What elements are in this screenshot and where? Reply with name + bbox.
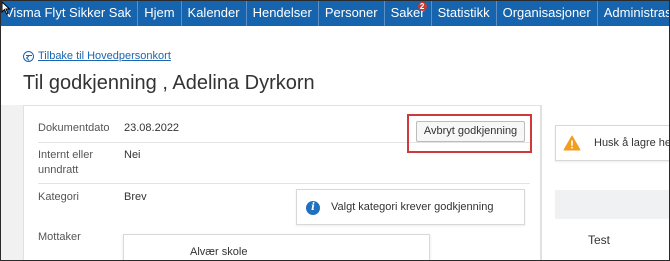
mouse-cursor-icon [1,1,11,15]
nav-item-hjem[interactable]: Hjem [138,0,182,26]
info-icon: i [306,201,320,215]
mottaker-label: Mottaker [38,231,81,243]
nav-item-personer[interactable]: Personer [319,0,385,26]
right-panel-header [555,190,670,219]
info-message-text: Valgt kategori krever godkjenning [331,201,494,213]
info-message: i Valgt kategori krever godkjenning [296,189,525,225]
dokumentdato-value: 23.08.2022 [124,122,180,134]
internt-value: Nei [124,149,141,161]
right-panel-test-label: Test [588,233,611,247]
nav-item-statistikk[interactable]: Statistikk [432,0,497,26]
nav-item-kalender[interactable]: Kalender [182,0,247,26]
nav-item-hendelser[interactable]: Hendelser [247,0,319,26]
cancel-approval-button[interactable]: Avbryt godkjenning [416,121,525,142]
top-navigation: Visma Flyt Sikker Sak Hjem Kalender Hend… [0,0,670,26]
arrow-left-circle-icon [23,50,34,62]
back-link[interactable]: Tilbake til Hovedpersonkort [23,50,171,62]
nav-item-administrasjon[interactable]: Administrasjon [598,0,670,26]
kategori-label: Kategori [38,191,79,203]
divider [38,183,530,184]
kategori-value: Brev [124,191,147,203]
dokumentdato-label: Dokumentdato [38,122,110,134]
notification-badge: 2 [417,2,427,11]
nav-item-saker[interactable]: Saker 2 [385,0,432,26]
nav-item-organisasjoner[interactable]: Organisasjoner [497,0,598,26]
recipient-dropdown[interactable]: Alvær skole [123,234,430,261]
recipient-name: Alvær skole [190,246,248,258]
page-title: Til godkjenning , Adelina Dyrkorn [23,72,315,94]
internt-label: Internt eller unndratt [38,149,94,176]
warning-message-text: Husk å lagre hen [594,137,670,149]
warning-icon [563,135,581,151]
back-link-label: Tilbake til Hovedpersonkort [38,50,171,62]
warning-message: Husk å lagre hen [555,125,670,161]
nav-brand[interactable]: Visma Flyt Sikker Sak [0,0,139,26]
